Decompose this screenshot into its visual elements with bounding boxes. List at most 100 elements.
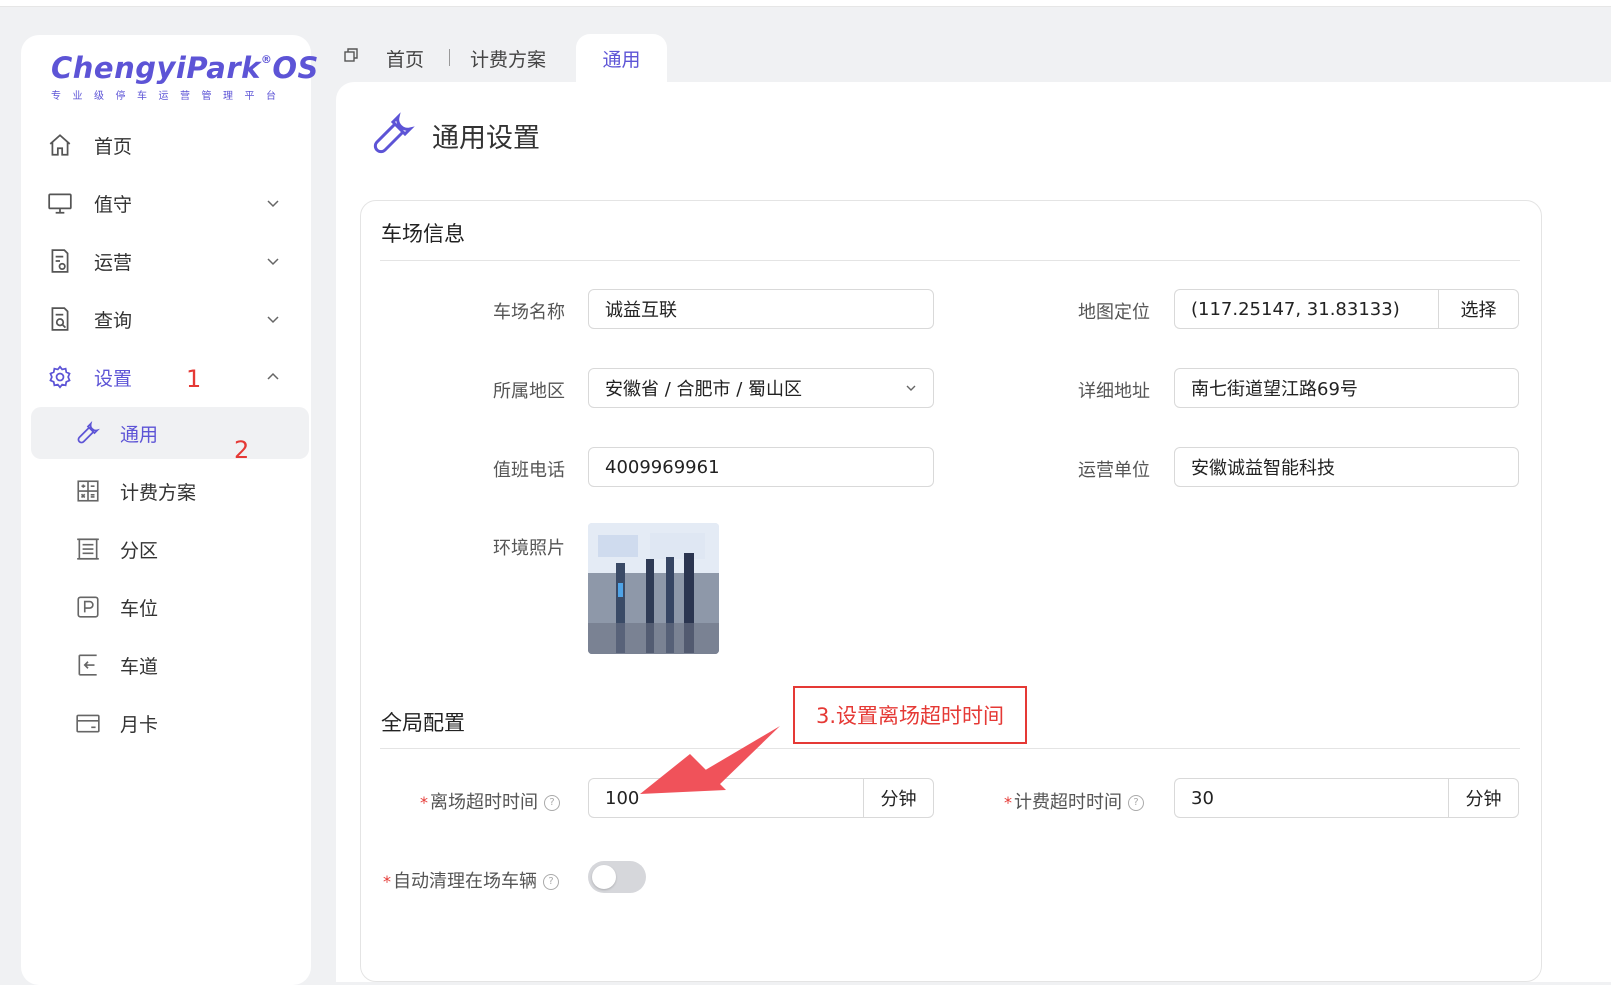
home-icon xyxy=(49,134,71,156)
tab-general[interactable]: 通用 xyxy=(576,34,667,82)
annotation-mark-2: 2 xyxy=(234,436,250,464)
sidebar-item-label: 计费方案 xyxy=(120,481,197,504)
photo-image xyxy=(588,523,719,654)
environment-photo[interactable] xyxy=(588,523,719,654)
sidebar-item-operation[interactable]: 运营 xyxy=(31,235,309,287)
help-icon[interactable]: ? xyxy=(544,795,560,811)
input-value: 诚益互联 xyxy=(605,300,677,321)
billing-timeout-unit: 分钟 xyxy=(1448,778,1519,818)
label-text: 自动清理在场车辆 xyxy=(393,871,537,892)
billing-timeout-input[interactable]: 30 xyxy=(1174,778,1449,818)
monitor-icon xyxy=(48,193,72,214)
leave-timeout-unit: 分钟 xyxy=(863,778,934,818)
photo-label: 环境照片 xyxy=(493,538,565,559)
sidebar-subitem-general[interactable]: 通用 xyxy=(31,407,309,459)
unit-label: 分钟 xyxy=(880,789,917,810)
chevron-down-icon xyxy=(267,200,279,208)
unit-label: 分钟 xyxy=(1465,789,1502,810)
sidebar-item-label: 车道 xyxy=(120,655,159,678)
address-input[interactable]: 南七街道望江路69号 xyxy=(1174,368,1519,408)
sidebar-item-label: 首页 xyxy=(94,135,133,158)
lane-icon xyxy=(78,654,97,676)
section-title-lot-info: 车场信息 xyxy=(381,222,465,246)
input-value: (117.25147, 31.83133) xyxy=(1191,298,1400,320)
wrench-icon xyxy=(77,421,100,444)
auto-clear-toggle[interactable] xyxy=(588,861,646,893)
sidebar-item-home[interactable]: 首页 xyxy=(31,119,309,171)
operation-doc-icon xyxy=(51,249,69,273)
operator-input[interactable]: 安徽诚益智能科技 xyxy=(1174,447,1519,487)
toggle-knob xyxy=(592,865,616,889)
tabs-copy-icon[interactable] xyxy=(343,47,359,63)
brand-name: ChengyiPark®OS xyxy=(51,51,319,85)
sidebar: ChengyiPark®OS 专业级停车运营管理平台 首页 值守 运营 查询 设… xyxy=(21,35,318,985)
sidebar-item-label: 查询 xyxy=(94,309,133,332)
chevron-down-icon xyxy=(267,316,279,324)
help-icon[interactable]: ? xyxy=(1128,795,1144,811)
label-text: 计费超时时间 xyxy=(1014,792,1122,813)
section-title-global-config: 全局配置 xyxy=(381,711,465,735)
sidebar-item-duty[interactable]: 值守 xyxy=(31,177,309,229)
sidebar-item-label: 月卡 xyxy=(120,713,159,736)
region-label: 所属地区 xyxy=(493,381,565,402)
chevron-up-icon xyxy=(267,372,279,380)
sidebar-subitem-billing[interactable]: 计费方案 xyxy=(31,465,309,517)
select-value: 安徽省 / 合肥市 / 蜀山区 xyxy=(605,379,803,400)
chevron-down-icon xyxy=(267,258,279,266)
tab-billing[interactable]: 计费方案 xyxy=(470,34,546,82)
callout-text: 3.设置离场超时时间 xyxy=(815,704,1005,728)
sidebar-item-label: 运营 xyxy=(94,251,133,274)
brand-tagline: 专业级停车运营管理平台 xyxy=(51,91,288,102)
card-icon xyxy=(76,714,100,733)
sidebar-item-label: 通用 xyxy=(120,423,159,446)
sidebar-item-label: 值守 xyxy=(94,193,133,216)
window-top-bar xyxy=(0,0,1611,7)
map-select-button[interactable]: 选择 xyxy=(1438,289,1519,329)
map-location-input[interactable]: (117.25147, 31.83133) xyxy=(1174,289,1439,329)
parking-icon xyxy=(77,596,99,618)
tab-label: 首页 xyxy=(386,48,425,71)
required-mark: * xyxy=(1004,793,1012,812)
annotation-mark-1: 1 xyxy=(186,365,202,393)
tab-home[interactable]: 首页 xyxy=(386,34,424,82)
phone-label: 值班电话 xyxy=(493,460,565,481)
tab-label: 计费方案 xyxy=(470,48,547,71)
sidebar-item-label: 分区 xyxy=(120,539,159,562)
region-select[interactable]: 安徽省 / 合肥市 / 蜀山区 xyxy=(588,368,934,408)
annotation-arrow xyxy=(640,726,780,794)
brand-logo: ChengyiPark®OS 专业级停车运营管理平台 xyxy=(51,51,319,102)
zone-icon xyxy=(77,538,99,560)
required-mark: * xyxy=(383,872,391,891)
sidebar-item-label: 设置 xyxy=(94,367,133,390)
sidebar-subitem-monthly-card[interactable]: 月卡 xyxy=(31,697,309,749)
required-mark: * xyxy=(420,793,428,812)
gear-icon xyxy=(49,365,71,389)
phone-input[interactable]: 4009969961 xyxy=(588,447,934,487)
map-location-label: 地图定位 xyxy=(1078,302,1150,323)
input-value: 南七街道望江路69号 xyxy=(1191,379,1358,400)
section-divider xyxy=(380,748,1520,749)
help-icon[interactable]: ? xyxy=(543,874,559,890)
chevron-down-icon xyxy=(906,385,916,391)
annotation-callout: 3.设置离场超时时间 xyxy=(793,686,1027,744)
search-doc-icon xyxy=(51,307,69,331)
sidebar-item-label: 车位 xyxy=(120,597,159,620)
sidebar-item-query[interactable]: 查询 xyxy=(31,293,309,345)
billing-timeout-label: * 计费超时时间? xyxy=(1004,788,1144,814)
tab-separator xyxy=(449,49,450,66)
button-label: 选择 xyxy=(1460,300,1497,321)
sidebar-subitem-space[interactable]: 车位 xyxy=(31,581,309,633)
section-divider xyxy=(380,260,1520,261)
input-value: 4009969961 xyxy=(605,456,720,478)
input-value: 30 xyxy=(1191,787,1214,809)
sidebar-item-settings[interactable]: 设置 xyxy=(31,351,309,403)
lot-name-input[interactable]: 诚益互联 xyxy=(588,289,934,329)
lot-name-label: 车场名称 xyxy=(493,302,565,323)
auto-clear-label: * 自动清理在场车辆? xyxy=(383,867,559,893)
wrench-icon xyxy=(373,112,415,154)
label-text: 离场超时时间 xyxy=(430,792,538,813)
address-label: 详细地址 xyxy=(1078,381,1150,402)
sidebar-subitem-zone[interactable]: 分区 xyxy=(31,523,309,575)
sidebar-subitem-lane[interactable]: 车道 xyxy=(31,639,309,691)
calculator-icon xyxy=(77,480,99,502)
